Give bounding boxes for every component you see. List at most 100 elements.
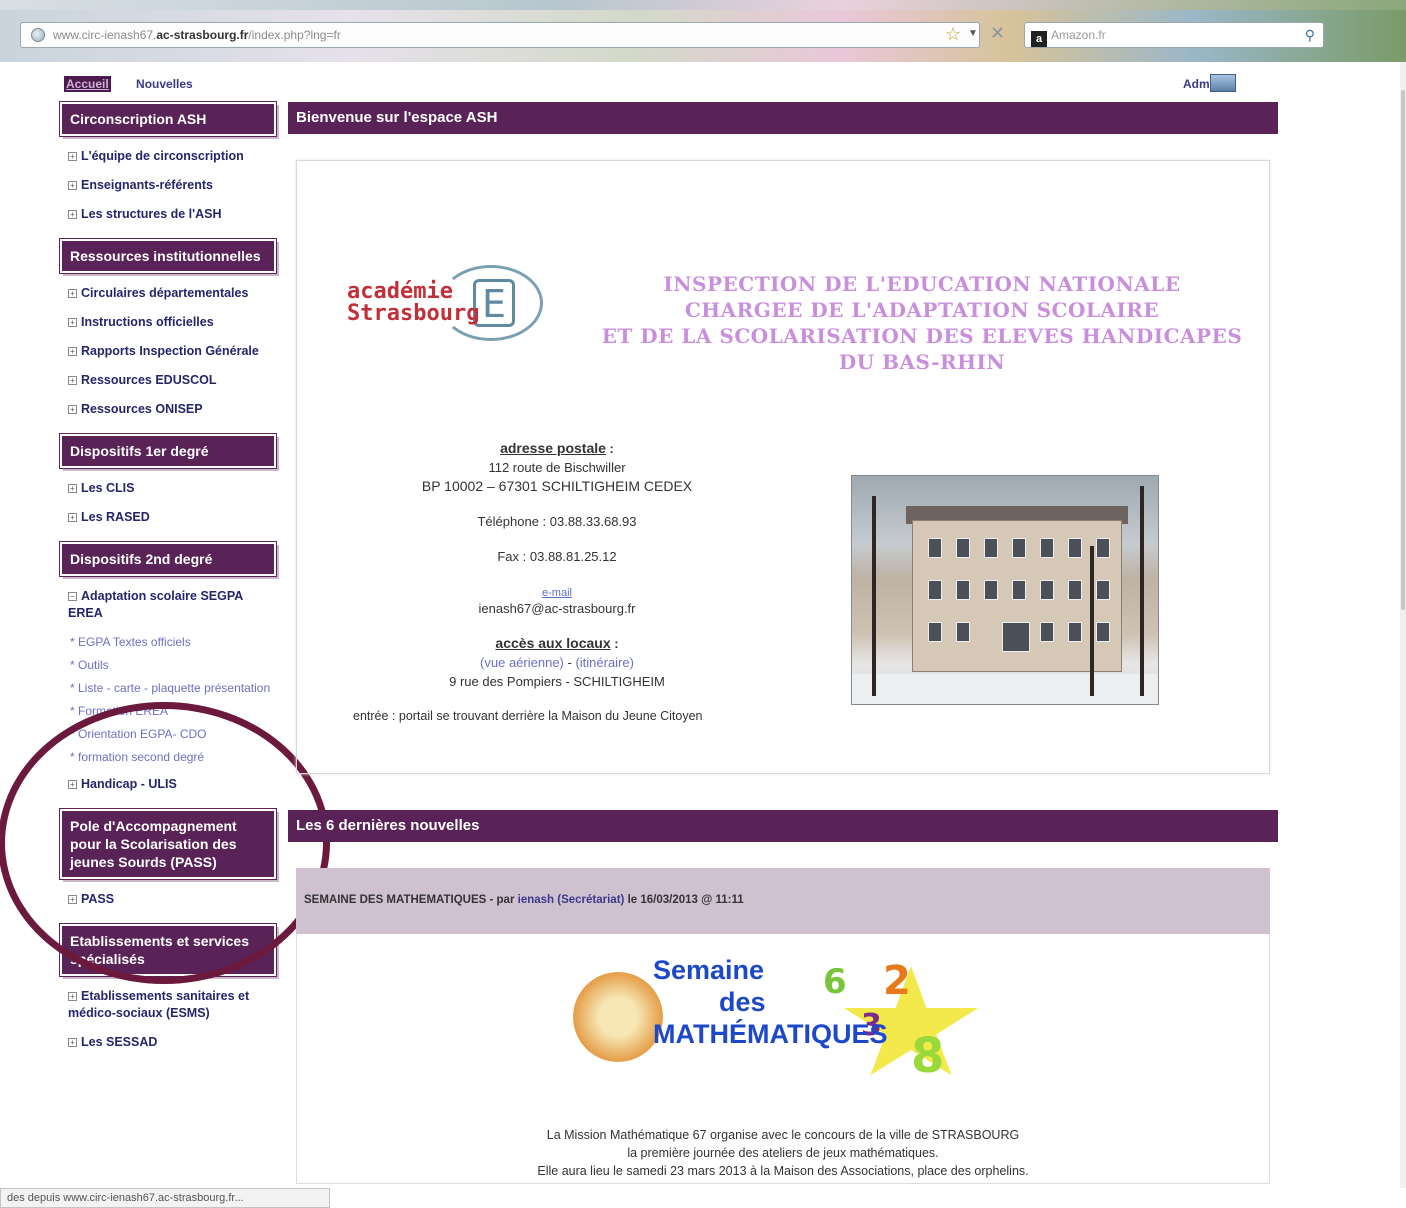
sidebar-item-label: Enseignants-référents xyxy=(81,178,213,192)
search-placeholder: Amazon.fr xyxy=(1051,28,1106,42)
sidebar-item[interactable]: + Les structures de l'ASH xyxy=(68,206,276,223)
sidebar-item-label: Adaptation scolaire SEGPA EREA xyxy=(68,589,243,620)
sidebar-subitem[interactable]: * EGPA Textes officiels xyxy=(70,634,276,651)
url-path: /index.php?lng=fr xyxy=(248,28,341,42)
expand-icon: + xyxy=(68,181,77,190)
semaine-line: MATHÉMATIQUES xyxy=(653,1019,888,1049)
admin-link[interactable]: Admin xyxy=(1183,74,1237,92)
page-content: Accueil Nouvelles Admin Circonscription … xyxy=(0,62,1406,1188)
expand-icon: + xyxy=(68,376,77,385)
aerial-view-link[interactable]: (vue aérienne) xyxy=(480,655,564,670)
semaine-line: des xyxy=(719,987,766,1017)
ien-title: INSPECTION DE L'EDUCATION NATIONALE CHAR… xyxy=(587,271,1257,375)
news-item-author[interactable]: ienash (Secrétariat) xyxy=(518,894,625,906)
logo-text: académie Strasbourg xyxy=(347,281,479,325)
sidebar-item[interactable]: + Etablissements sanitaires et médico-soc… xyxy=(68,988,276,1022)
entrance-info: entrée : portail se trouvant derrière la… xyxy=(353,709,703,723)
url-host: ac-strasbourg.fr xyxy=(156,28,249,42)
sidebar-item[interactable]: + Rapports Inspection Générale xyxy=(68,343,276,360)
sidebar-item-label: Les structures de l'ASH xyxy=(81,207,222,221)
expand-icon: + xyxy=(68,405,77,414)
sidebar-subitem[interactable]: * Outils xyxy=(70,657,276,674)
sidebar-list: + L'équipe de circonscription + Enseignant… xyxy=(60,148,276,223)
expand-icon: + xyxy=(68,484,77,493)
news-header: Les 6 dernières nouvelles xyxy=(288,810,1278,842)
url-prefix: www.circ-ienash67. xyxy=(53,28,157,42)
ien-title-line: DU BAS-RHIN xyxy=(838,350,1006,374)
sidebar-item[interactable]: + Circulaires départementales xyxy=(68,285,276,302)
sidebar-item-label: Ressources ONISEP xyxy=(81,402,203,416)
math-symbols-icon xyxy=(573,972,663,1062)
status-bar: des depuis www.circ-ienash67.ac-strasbou… xyxy=(0,1188,330,1208)
news-item-header: SEMAINE DES MATHEMATIQUES - par ienash (… xyxy=(296,868,1270,934)
news-item-text: La Mission Mathématique 67 organise avec… xyxy=(297,1126,1269,1180)
sidebar-item[interactable]: + Enseignants-référents xyxy=(68,177,276,194)
admin-icon xyxy=(1210,74,1237,92)
annotation-circle xyxy=(0,702,330,984)
address-line: 112 route de Bischwiller xyxy=(488,460,626,475)
address-line: BP 10002 – 67301 SCHILTIGHEIM CEDEX xyxy=(421,478,693,494)
welcome-panel: académie Strasbourg INSPECTION DE L'EDUC… xyxy=(296,160,1270,774)
semaine-line: Semaine xyxy=(653,955,765,985)
sidebar-item-label: Etablissements sanitaires et médico-soci… xyxy=(68,989,250,1020)
news-item-title[interactable]: SEMAINE DES MATHEMATIQUES xyxy=(304,894,486,906)
sidebar-item-label: Les SESSAD xyxy=(81,1035,158,1049)
postal-label: adresse postale xyxy=(500,440,606,456)
close-icon[interactable]: ✕ xyxy=(990,23,1005,44)
search-input[interactable]: a Amazon.fr ⚲ xyxy=(1024,22,1324,48)
scrollbar-thumb[interactable] xyxy=(1401,90,1405,610)
sidebar-header-circonscription: Circonscription ASH xyxy=(59,101,277,137)
semaine-maths-image: 6 2 8 3 Semaine des MATHÉMATIQUES xyxy=(573,952,993,1102)
home-link[interactable]: Accueil xyxy=(64,76,111,92)
email-address: ienash67@ac-strasbourg.fr xyxy=(478,601,636,616)
main-column: Bienvenue sur l'espace ASH académie Stra… xyxy=(288,102,1278,1184)
sidebar-item[interactable]: + Les CLIS xyxy=(68,480,276,497)
chevron-down-icon[interactable]: ▼ xyxy=(968,28,978,39)
sidebar-item-label: Ressources EDUSCOL xyxy=(81,373,217,387)
sidebar-item[interactable]: + Ressources EDUSCOL xyxy=(68,372,276,389)
sidebar-item[interactable]: + Les SESSAD xyxy=(68,1034,276,1051)
news-text-line: Elle aura lieu le samedi 23 mars 2013 à … xyxy=(537,1164,1029,1178)
sidebar-item-label: Les CLIS xyxy=(81,481,135,495)
amazon-icon: a xyxy=(1031,31,1047,47)
browser-toolbar: www.circ-ienash67.ac-strasbourg.fr/index… xyxy=(0,0,1406,62)
fax: Fax : 03.88.81.25.12 xyxy=(497,549,617,564)
sidebar-item-label: Instructions officielles xyxy=(81,315,214,329)
sidebar-header-2nd-degre: Dispositifs 2nd degré xyxy=(59,541,277,577)
sidebar-item-label: Rapports Inspection Générale xyxy=(81,344,259,358)
route-link[interactable]: (itinéraire) xyxy=(575,655,634,670)
news-item-date: le 16/03/2013 @ 11:11 xyxy=(624,894,744,906)
top-nav: Accueil Nouvelles xyxy=(64,76,193,92)
sidebar-list: + Circulaires départementales + Instructio… xyxy=(60,285,276,418)
news-item-body: 6 2 8 3 Semaine des MATHÉMATIQUES La Mis… xyxy=(296,934,1270,1184)
news-item-by: - par xyxy=(486,894,518,906)
welcome-header: Bienvenue sur l'espace ASH xyxy=(288,102,1278,134)
link-separator: - xyxy=(563,655,576,670)
sidebar-item[interactable]: − Adaptation scolaire SEGPA EREA xyxy=(68,588,276,622)
email-link[interactable]: e-mail xyxy=(542,587,572,599)
ien-title-line: CHARGEE DE L'ADAPTATION SCOLAIRE xyxy=(684,298,1160,322)
photo-snow xyxy=(852,674,1158,704)
address-bar[interactable]: www.circ-ienash67.ac-strasbourg.fr/index… xyxy=(20,22,980,48)
sidebar-item[interactable]: + Instructions officielles xyxy=(68,314,276,331)
postal-suffix: : xyxy=(605,441,614,456)
sidebar-item-label: Circulaires départementales xyxy=(81,286,249,300)
sidebar-item[interactable]: + Les RASED xyxy=(68,509,276,526)
search-icon[interactable]: ⚲ xyxy=(1305,23,1315,47)
semaine-text: Semaine des MATHÉMATIQUES xyxy=(653,954,887,1050)
access-address: 9 rue des Pompiers - SCHILTIGHEIM xyxy=(449,674,665,689)
building-photo xyxy=(851,475,1159,705)
bookmark-star-icon[interactable]: ☆ xyxy=(945,24,961,45)
expand-icon: + xyxy=(68,347,77,356)
phone: Téléphone : 03.88.33.68.93 xyxy=(477,514,637,529)
sidebar-subitem[interactable]: * Liste - carte - plaquette présentation xyxy=(70,680,276,697)
academie-logo: académie Strasbourg xyxy=(347,259,557,349)
sidebar-item[interactable]: + Ressources ONISEP xyxy=(68,401,276,418)
expand-icon: + xyxy=(68,992,77,1001)
news-link[interactable]: Nouvelles xyxy=(136,77,193,91)
ien-title-line: INSPECTION DE L'EDUCATION NATIONALE xyxy=(663,272,1181,296)
ien-title-line: ET DE LA SCOLARISATION DES ELEVES HANDIC… xyxy=(601,324,1243,348)
sidebar-item[interactable]: + L'équipe de circonscription xyxy=(68,148,276,165)
expand-icon: + xyxy=(68,1038,77,1047)
globe-icon xyxy=(31,28,45,42)
